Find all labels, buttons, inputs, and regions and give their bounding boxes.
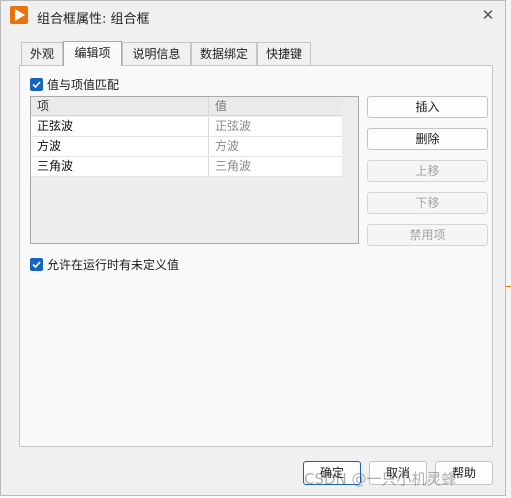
value-cell[interactable]: 正弦波 [208,117,342,136]
values-match-items-option[interactable]: 值与项值匹配 [30,76,119,92]
table-row[interactable]: 方波 方波 [31,137,342,157]
item-cell[interactable]: 三角波 [31,157,208,176]
allow-undefined-values-option[interactable]: 允许在运行时有未定义值 [30,256,179,272]
items-table: 项 值 正弦波 正弦波 方波 方波 三角波 三角波 [30,96,359,244]
ok-button[interactable]: 确定 [303,461,361,485]
column-header-item: 项 [37,99,50,113]
values-match-items-label: 值与项值匹配 [47,77,120,92]
value-cell[interactable]: 三角波 [208,157,342,176]
allow-undefined-values-checkbox[interactable] [30,257,43,271]
cancel-button[interactable]: 取消 [369,461,427,485]
move-up-button[interactable]: 上移 [367,160,488,182]
tab-documentation[interactable]: 说明信息 [122,42,191,65]
help-button[interactable]: 帮助 [435,461,493,485]
value-cell[interactable]: 方波 [208,137,342,156]
background-window-edge [506,0,511,498]
labview-play-icon [10,6,28,24]
table-row[interactable]: 正弦波 正弦波 [31,117,342,137]
delete-button[interactable]: 删除 [367,128,488,150]
disable-item-button[interactable]: 禁用项 [367,224,488,246]
combo-box-properties-dialog: 组合框属性: 组合框 ✕ 外观 编辑项 说明信息 数据绑定 快捷键 值与项值匹配… [0,0,506,496]
item-cell[interactable]: 正弦波 [31,117,208,136]
column-header-value: 值 [208,97,342,115]
window-title: 组合框属性: 组合框 [37,12,150,27]
insert-button[interactable]: 插入 [367,96,488,118]
table-row[interactable]: 三角波 三角波 [31,157,342,177]
values-match-items-checkbox[interactable] [30,77,43,91]
tab-shortcut-keys[interactable]: 快捷键 [257,42,311,65]
allow-undefined-values-label: 允许在运行时有未定义值 [47,257,180,272]
tab-appearance[interactable]: 外观 [21,42,63,65]
table-vertical-scrollbar[interactable] [342,97,358,243]
close-icon[interactable]: ✕ [475,3,501,27]
table-header: 项 值 [31,97,342,116]
move-down-button[interactable]: 下移 [367,192,488,214]
item-cell[interactable]: 方波 [31,137,208,156]
tab-data-binding[interactable]: 数据绑定 [191,42,257,65]
title-bar: 组合框属性: 组合框 ✕ [1,1,505,31]
tab-edit-items[interactable]: 编辑项 [63,41,122,66]
